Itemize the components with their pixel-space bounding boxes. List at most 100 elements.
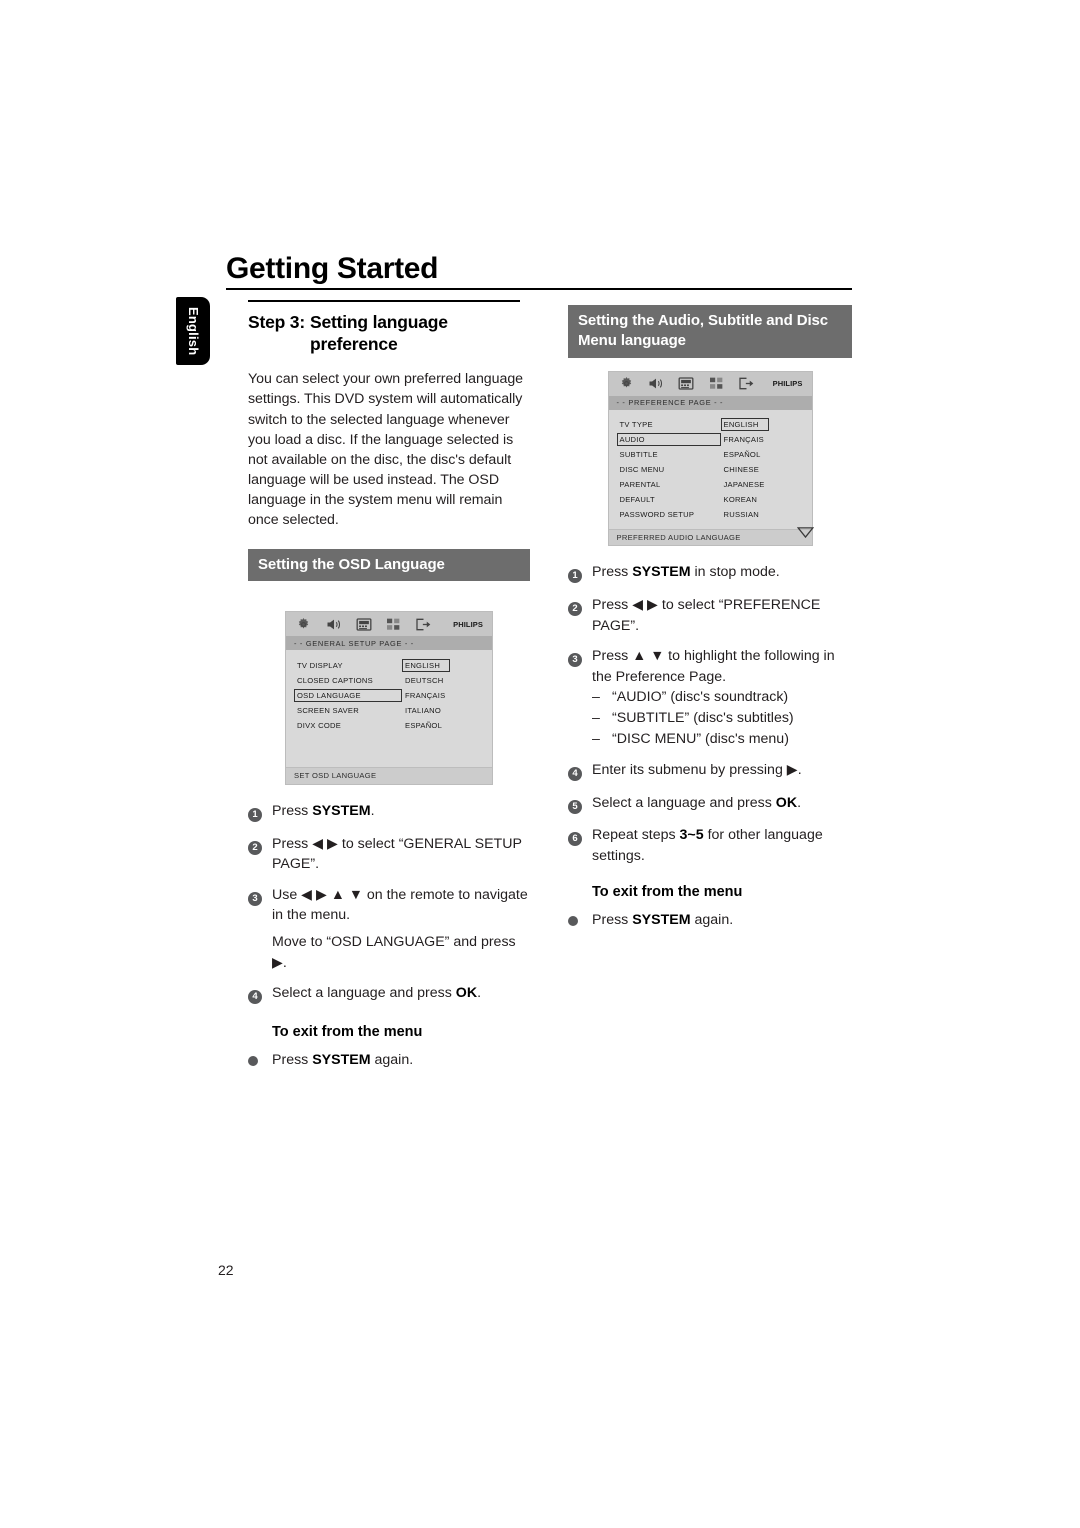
osd-row[interactable]: TV DISPLAY ENGLISH <box>286 658 492 672</box>
sub-list-item: – “AUDIO” (disc's soundtrack) <box>592 688 852 708</box>
sub-list-text: “SUBTITLE” (disc's subtitles) <box>612 710 794 727</box>
osd-screen-preference: PHILIPS - - PREFERENCE PAGE - - TV TYPE … <box>607 370 814 547</box>
step-text: Press ◀ ▶ to select “PREFERENCE PAGE”. <box>592 596 821 634</box>
step-text: Repeat steps 3~5 for other language sett… <box>592 827 823 864</box>
osd-menu-item[interactable]: DEFAULT <box>617 493 721 506</box>
grid-icon <box>706 375 727 392</box>
philips-logo: PHILIPS <box>772 379 803 389</box>
sub-list-text: “DISC MENU” (disc's menu) <box>612 731 789 748</box>
step-text: Press ▲ ▼ to highlight the following in … <box>592 646 852 750</box>
osd-option-item[interactable]: CHINESE <box>721 463 804 476</box>
osd-footer-hint: SET OSD LANGUAGE <box>286 767 492 784</box>
step-number-badge: 3 <box>248 885 272 926</box>
osd-row[interactable]: PASSWORD SETUP RUSSIAN <box>609 508 812 522</box>
osd-body: TV TYPE ENGLISH AUDIO FRANÇAIS SUBTITLE … <box>608 409 814 538</box>
osd-option-item[interactable]: ITALIANO <box>402 704 484 717</box>
osd-row[interactable]: TV TYPE ENGLISH <box>609 418 812 432</box>
step-divider <box>248 300 520 302</box>
osd-page-bar: - - PREFERENCE PAGE - - <box>608 395 812 410</box>
list-item: 1 Press SYSTEM in stop mode. <box>568 562 852 585</box>
osd-menu-item[interactable]: PARENTAL <box>617 478 721 491</box>
osd-menu-item[interactable]: SUBTITLE <box>617 448 721 461</box>
osd-row[interactable]: AUDIO FRANÇAIS <box>609 433 812 447</box>
osd-screen-general-setup: PHILIPS - - GENERAL SETUP PAGE - - TV DI… <box>285 611 493 785</box>
step-text: Press SYSTEM again. <box>592 912 734 929</box>
speaker-icon <box>646 375 667 392</box>
banner-line2: Menu language <box>578 331 686 349</box>
step-number-label: Step 3: <box>248 311 305 332</box>
osd-row[interactable]: DEFAULT KOREAN <box>609 493 812 507</box>
osd-menu-item[interactable]: DISC MENU <box>617 463 721 476</box>
down-arrow-icon[interactable] <box>789 518 814 538</box>
philips-logo: PHILIPS <box>453 619 483 629</box>
step-number-badge: 4 <box>568 760 592 783</box>
osd-option-item[interactable]: DEUTSCH <box>402 674 484 687</box>
osd-menu-item[interactable]: TV TYPE <box>617 418 721 431</box>
bullet-dot <box>568 910 592 933</box>
step-text: Press SYSTEM. <box>272 802 375 819</box>
step-text: Press ◀ ▶ to select “GENERAL SETUP PAGE”… <box>272 835 522 873</box>
sub-list-item: – “SUBTITLE” (disc's subtitles) <box>592 709 852 729</box>
step-title-line1: Setting language <box>310 311 448 332</box>
exit-heading: To exit from the menu <box>592 884 743 901</box>
gear-icon <box>616 375 637 392</box>
step-continuation-text: Move to “OSD LANGUAGE” and press ▶. <box>272 933 516 971</box>
step-number-badge: 3 <box>568 646 592 750</box>
bullet-dot <box>248 1050 272 1073</box>
manual-page: Getting Started English Step 3: Setting … <box>0 0 1080 1528</box>
tv-screen-icon <box>353 616 374 633</box>
osd-option-item[interactable]: FRANÇAIS <box>402 689 484 702</box>
osd-option-item[interactable]: ESPAÑOL <box>402 719 484 732</box>
list-item: 2 Press ◀ ▶ to select “GENERAL SETUP PAG… <box>248 834 530 875</box>
step-number-badge: 1 <box>248 801 272 824</box>
osd-menu-item[interactable]: AUDIO <box>616 433 721 447</box>
page-number: 22 <box>218 1262 234 1278</box>
osd-menu-item[interactable]: TV DISPLAY <box>294 659 402 672</box>
osd-icon-bar: PHILIPS <box>286 612 492 637</box>
osd-menu-item[interactable]: OSD LANGUAGE <box>294 688 402 702</box>
step-text: Select a language and press OK. <box>272 985 482 1002</box>
osd-menu-item[interactable]: CLOSED CAPTIONS <box>294 674 402 687</box>
title-divider <box>226 288 852 290</box>
osd-option-item[interactable]: FRANÇAIS <box>721 433 804 446</box>
osd-row[interactable]: DIVX CODE ESPAÑOL <box>286 718 492 732</box>
osd-menu-item[interactable]: DIVX CODE <box>294 719 402 732</box>
osd-row[interactable]: SCREEN SAVER ITALIANO <box>286 703 492 717</box>
grid-icon <box>383 616 404 633</box>
list-item: 3 Press ▲ ▼ to highlight the following i… <box>568 646 852 750</box>
step-heading: Step 3: Setting language preference <box>248 311 530 356</box>
osd-option-item[interactable]: ENGLISH <box>720 418 769 432</box>
osd-row[interactable]: PARENTAL JAPANESE <box>609 478 812 492</box>
right-column: Setting the Audio, Subtitle and Disc Men… <box>568 305 852 943</box>
osd-option-item[interactable]: JAPANESE <box>721 478 804 491</box>
osd-row[interactable]: SUBTITLE ESPAÑOL <box>609 448 812 462</box>
osd-option-item[interactable]: ENGLISH <box>402 658 450 672</box>
dash-marker: – <box>592 710 600 727</box>
step-number-badge: 2 <box>248 834 272 875</box>
osd-body: TV DISPLAY ENGLISH CLOSED CAPTIONS DEUTS… <box>286 650 492 768</box>
osd-row[interactable]: CLOSED CAPTIONS DEUTSCH <box>286 673 492 687</box>
list-item: 4 Enter its submenu by pressing ▶. <box>568 760 852 783</box>
sub-list-item: – “DISC MENU” (disc's menu) <box>592 730 852 750</box>
dash-marker: – <box>592 731 600 748</box>
speaker-icon <box>323 616 344 633</box>
osd-option-item[interactable]: ESPAÑOL <box>721 448 804 461</box>
sub-list-text: “AUDIO” (disc's soundtrack) <box>612 689 789 706</box>
step-text-main: Press ▲ ▼ to highlight the following in … <box>592 648 835 685</box>
list-item: Press SYSTEM again. <box>248 1050 530 1073</box>
list-item: 1 Press SYSTEM. <box>248 801 530 824</box>
step-number-badge: 4 <box>248 983 272 1006</box>
step-text: Enter its submenu by pressing ▶. <box>592 761 802 778</box>
step-title-line2: preference <box>310 333 398 354</box>
osd-language-banner: Setting the OSD Language <box>248 548 530 582</box>
osd-row[interactable]: OSD LANGUAGE FRANÇAIS <box>286 688 492 702</box>
audio-subtitle-banner: Setting the Audio, Subtitle and Disc Men… <box>568 305 852 358</box>
osd-row[interactable]: DISC MENU CHINESE <box>609 463 812 477</box>
osd-menu-item[interactable]: SCREEN SAVER <box>294 704 402 717</box>
gear-icon <box>293 616 314 633</box>
step-number-badge: 6 <box>568 825 592 866</box>
osd-option-item[interactable]: KOREAN <box>721 493 804 506</box>
step-number-badge: 5 <box>568 793 592 816</box>
osd-menu-item[interactable]: PASSWORD SETUP <box>617 508 721 521</box>
list-item: 2 Press ◀ ▶ to select “PREFERENCE PAGE”. <box>568 595 852 636</box>
